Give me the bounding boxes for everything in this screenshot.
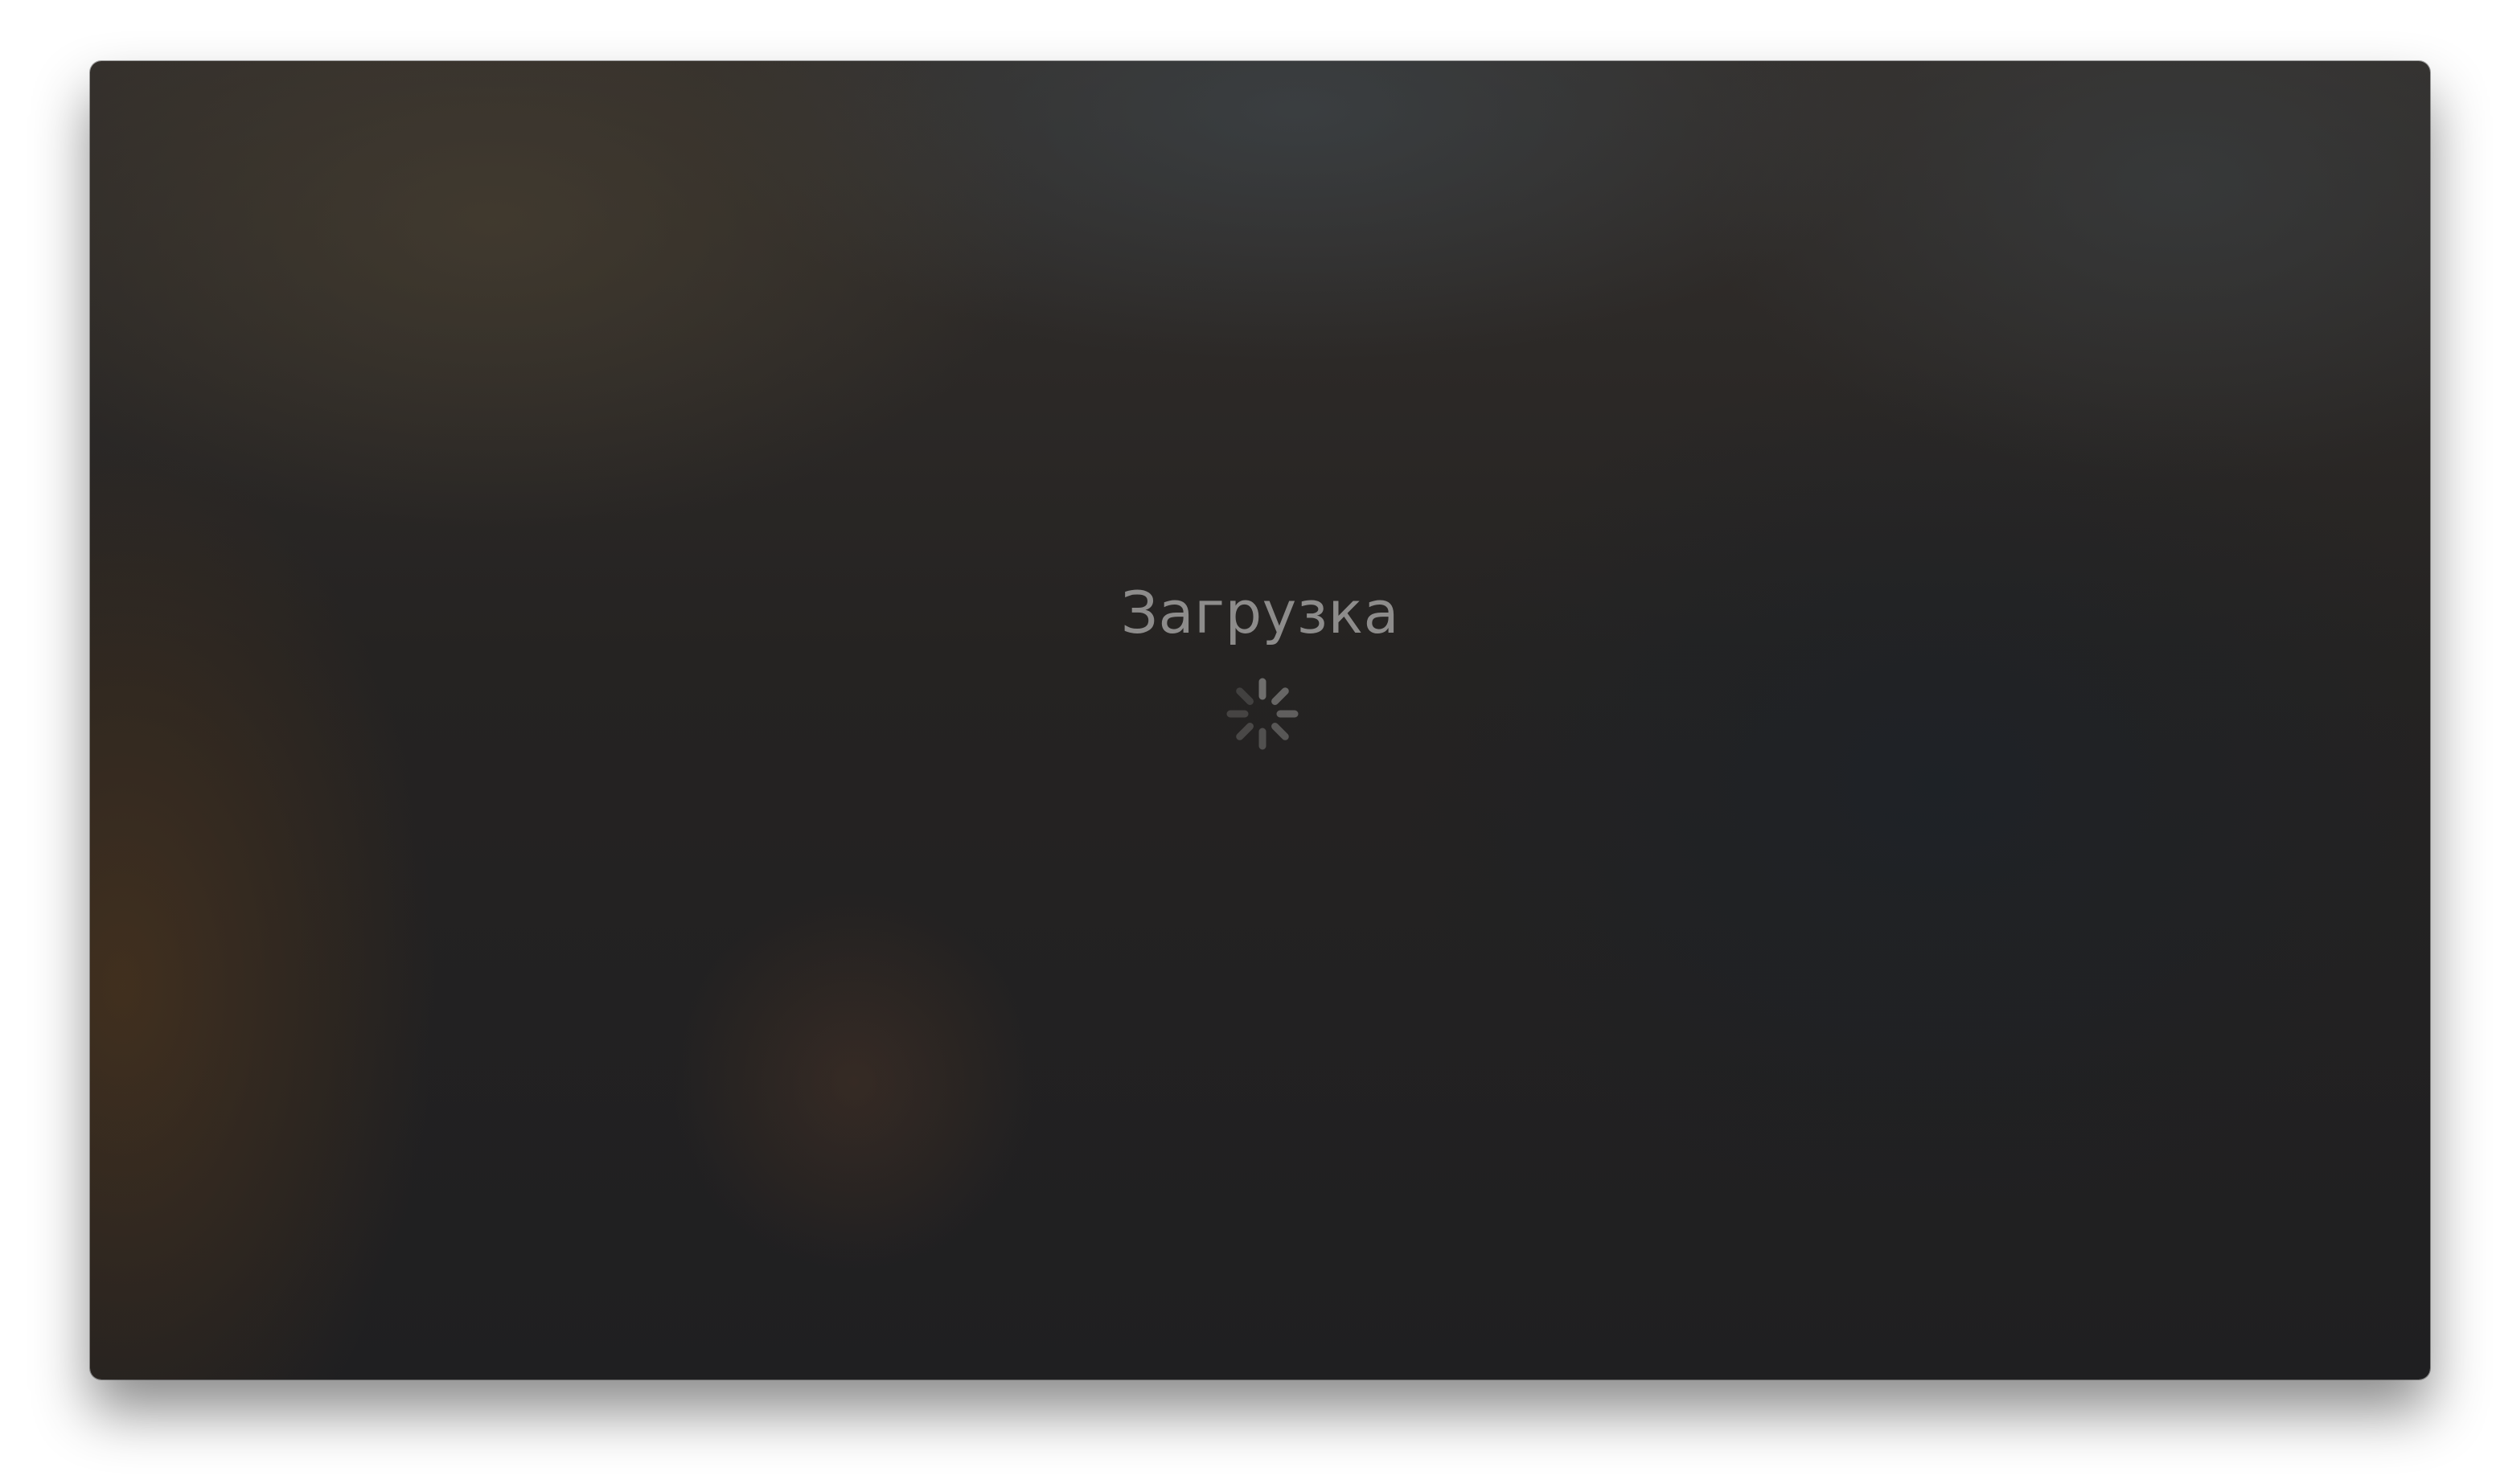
loading-container: Загрузка [90, 584, 2430, 642]
app-window: Загрузка [90, 61, 2430, 1379]
loading-label: Загрузка [1120, 579, 1400, 646]
activity-spinner-icon [1226, 678, 1299, 750]
